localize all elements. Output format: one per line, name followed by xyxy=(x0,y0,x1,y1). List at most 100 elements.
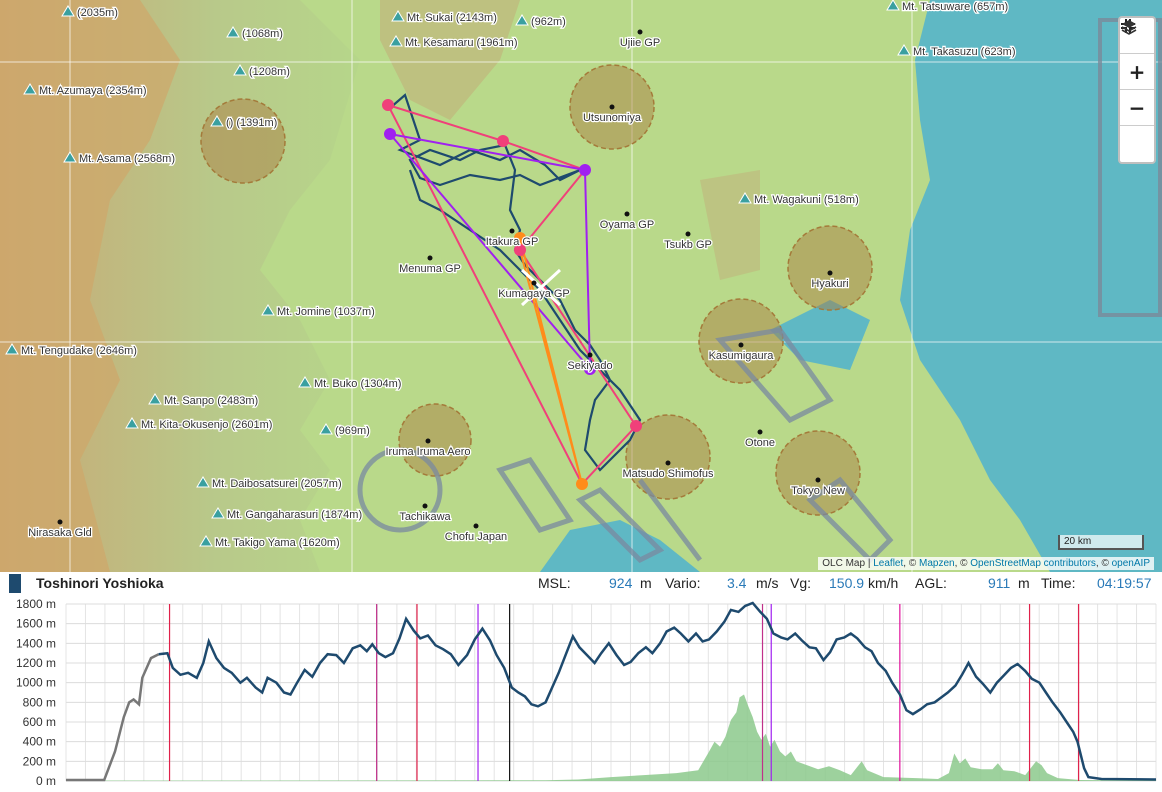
map-label-text: Mt. Buko (1304m) xyxy=(314,378,401,390)
map-label-text: Ujiie GP xyxy=(620,37,660,49)
map-label-text: Chofu Japan xyxy=(445,531,507,543)
airfield-dot-icon xyxy=(427,255,433,261)
airfield-dot-icon xyxy=(624,211,630,217)
time-value: 04:19:57 xyxy=(1097,575,1152,591)
map-canvas: (2035m) Mt. Sukai (2143m) (962m) Ujiie GP Mt… xyxy=(0,0,1162,572)
altitude-line xyxy=(158,601,1157,781)
map-label-text: Nirasaka Gld xyxy=(28,527,92,539)
airfield-dot-icon xyxy=(57,519,63,525)
map-label-text: Iruma Iruma Aero xyxy=(386,446,471,458)
airfield-dot-icon xyxy=(665,460,671,466)
peak-label: Mt. Sukai (2143m) xyxy=(391,10,498,25)
pilot-color-swatch xyxy=(9,574,21,593)
vario-label: Vario: xyxy=(665,575,701,591)
airfield-dot-icon xyxy=(473,523,479,529)
openaip-link[interactable]: openAIP xyxy=(1112,558,1150,569)
map-label-text: Mt. Tengudake (2646m) xyxy=(21,345,137,357)
layers-icon[interactable] xyxy=(1120,20,1154,162)
map-label-text: Mt. Azumaya (2354m) xyxy=(39,85,147,97)
map-label-text: Utsunomiya xyxy=(583,112,642,124)
map-label-text: Tachikawa xyxy=(399,511,451,523)
map-label-text: Mt. Wagakuni (518m) xyxy=(754,194,859,206)
airfield-dot-icon xyxy=(509,228,515,234)
turnpoint-marker[interactable] xyxy=(576,478,588,490)
turnpoint-marker[interactable] xyxy=(497,135,509,147)
leaflet-link[interactable]: Leaflet xyxy=(873,558,903,569)
turnpoint-marker[interactable] xyxy=(579,164,591,176)
peak-label: Mt. Takasuzu (623m) xyxy=(897,44,1017,59)
map-controls: + − xyxy=(1118,16,1156,164)
map-label-text: Mt. Takasuzu (623m) xyxy=(913,46,1016,58)
peak-label: Mt. Takigo Yama (1620m) xyxy=(199,535,341,550)
airfield-dot-icon xyxy=(609,104,615,110)
y-tick-label: 800 m xyxy=(23,695,56,709)
map-label-text: Mt. Asama (2568m) xyxy=(79,153,175,165)
osm-link[interactable]: OpenStreetMap contributors xyxy=(970,558,1096,569)
msl-value: 924 xyxy=(609,575,633,591)
airfield-dot-icon xyxy=(757,429,763,435)
attribution-separator: | xyxy=(867,558,871,569)
vg-value: 150.9 xyxy=(829,575,865,591)
map-label-text: Otone xyxy=(745,437,775,449)
zoom-in-button[interactable]: + xyxy=(1120,54,1154,90)
peak-label: Mt. Buko (1304m) xyxy=(298,376,403,391)
map-label-text: Kumagaya GP xyxy=(498,288,570,300)
airfield-dot-icon xyxy=(425,438,431,444)
map-view[interactable]: (2035m) Mt. Sukai (2143m) (962m) Ujiie GP Mt… xyxy=(0,0,1162,572)
airfield-dot-icon xyxy=(422,503,428,509)
map-label-text: Oyama GP xyxy=(600,219,654,231)
y-tick-label: 1400 m xyxy=(16,636,56,650)
pilot-name[interactable]: Toshinori Yoshioka xyxy=(36,575,164,591)
agl-unit: m xyxy=(1018,575,1030,591)
peak-label: Mt. Tatsuware (657m) xyxy=(886,0,1009,14)
altitude-profile-chart[interactable]: 0 m 200 m 400 m 600 m 800 m 1000 m 1200 m 1400 … xyxy=(0,594,1162,788)
map-label-text: Kasumigaura xyxy=(709,350,775,362)
time-label: Time: xyxy=(1041,575,1076,591)
map-label-text: Hyakuri xyxy=(811,278,848,290)
msl-label: MSL: xyxy=(538,575,571,591)
mapzen-link[interactable]: Mapzen xyxy=(919,558,955,569)
attribution-copyright: , © xyxy=(954,558,968,569)
peak-label: Mt. Azumaya (2354m) xyxy=(23,83,148,98)
map-label-text: Sekiyado xyxy=(567,360,612,372)
map-label-text: (1208m) xyxy=(249,66,290,78)
peak-label: Mt. Sanpo (2483m) xyxy=(148,393,259,408)
msl-unit: m xyxy=(640,575,652,591)
turnpoint-marker[interactable] xyxy=(382,99,394,111)
peak-label: Mt. Tengudake (2646m) xyxy=(5,343,138,358)
airfield-dot-icon xyxy=(531,280,537,286)
peak-label: Mt. Daibosatsurei (2057m) xyxy=(196,476,343,491)
vg-unit: km/h xyxy=(868,575,899,591)
altitude-chart-svg[interactable]: 0 m 200 m 400 m 600 m 800 m 1000 m 1200 m 1400 … xyxy=(0,594,1162,788)
airfield-dot-icon xyxy=(685,231,691,237)
turnpoint-marker[interactable] xyxy=(384,128,396,140)
map-label-text: Mt. Sukai (2143m) xyxy=(407,12,497,24)
map-label-text: (2035m) xyxy=(77,7,118,19)
map-label-text: Mt. Kita-Okusenjo (2601m) xyxy=(141,419,272,431)
zoom-out-button[interactable]: − xyxy=(1120,90,1154,126)
map-label-text: Itakura GP xyxy=(486,236,539,248)
map-label-text: Mt. Kesamaru (1961m) xyxy=(405,37,517,49)
attribution-copyright: , © xyxy=(1095,558,1109,569)
airfield-dot-icon xyxy=(637,29,643,35)
peak-label: Mt. Kesamaru (1961m) xyxy=(389,35,519,50)
map-label-text: Mt. Takigo Yama (1620m) xyxy=(215,537,340,549)
y-tick-label: 1000 m xyxy=(16,676,56,690)
y-tick-label: 400 m xyxy=(23,735,56,749)
map-label-text: Mt. Daibosatsurei (2057m) xyxy=(212,478,342,490)
peak-label: Mt. Asama (2568m) xyxy=(63,151,176,166)
map-label-text: (969m) xyxy=(335,425,370,437)
airfield-dot-icon xyxy=(587,352,593,358)
y-tick-label: 1600 m xyxy=(16,617,56,631)
airfield-dot-icon xyxy=(738,342,744,348)
scale-bar: 20 km xyxy=(1058,535,1144,550)
airfield-dot-icon xyxy=(815,477,821,483)
map-label-text: (1068m) xyxy=(242,28,283,40)
turnpoint-marker[interactable] xyxy=(630,420,642,432)
map-attribution: OLC Map | Leaflet, © Mapzen, © OpenStree… xyxy=(818,557,1154,570)
chart-grid xyxy=(65,603,1157,782)
y-tick-label: 0 m xyxy=(36,774,56,787)
attribution-copyright: , © xyxy=(903,558,917,569)
map-label-text: Mt. Jomine (1037m) xyxy=(277,306,375,318)
peak-label: Mt. Kita-Okusenjo (2601m) xyxy=(125,417,274,432)
